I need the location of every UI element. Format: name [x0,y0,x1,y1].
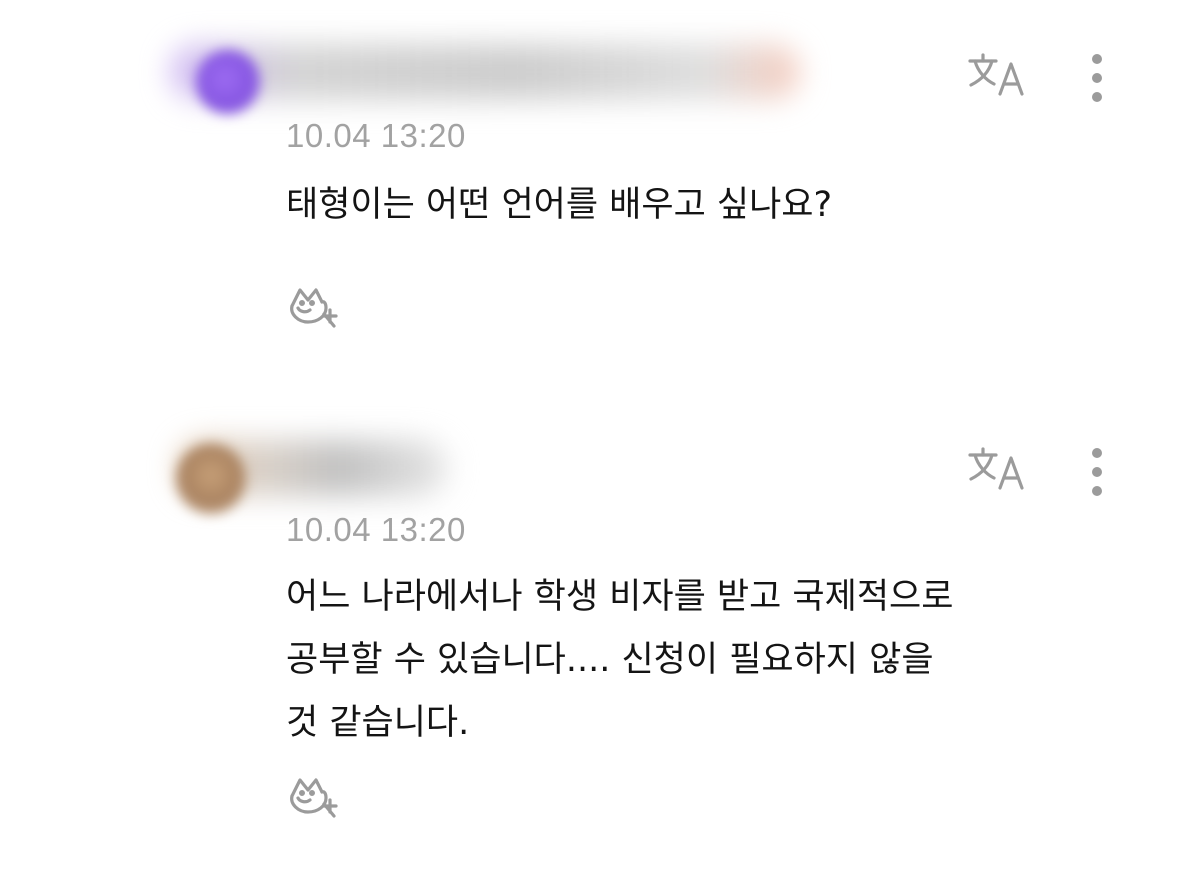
avatar[interactable] [176,444,246,514]
comment-item: 10.04 13:20 태형이는 어떤 언어를 배우고 싶나요? [0,0,1178,400]
comment-body: 어느 나라에서나 학생 비자를 받고 국제적으로 공부할 수 있습니다.... … [286,566,1106,755]
add-reaction-icon[interactable] [286,772,342,822]
more-vertical-icon[interactable] [1082,52,1112,104]
comment-body: 태형이는 어떤 언어를 배우고 싶나요? [286,174,1106,237]
comment-body-line: 것 같습니다. [286,703,470,743]
more-vertical-icon[interactable] [1082,446,1112,498]
add-reaction-icon[interactable] [286,282,342,332]
translate-icon[interactable] [966,50,1028,98]
comment-body-line: 태형이는 어떤 언어를 배우고 싶나요? [286,185,833,225]
comment-timestamp: 10.04 13:20 [286,117,466,154]
comment-item: 10.04 13:20 어느 나라에서나 학생 비자를 받고 국제적으로 공부할… [0,400,1178,870]
comment-body-line: 어느 나라에서나 학생 비자를 받고 국제적으로 [286,577,954,617]
avatar[interactable] [196,50,260,114]
comment-body-line: 공부할 수 있습니다.... 신청이 필요하지 않을 [286,640,934,680]
author-name-obscured[interactable] [170,44,800,100]
translate-icon[interactable] [966,444,1028,492]
comment-timestamp: 10.04 13:20 [286,511,466,548]
